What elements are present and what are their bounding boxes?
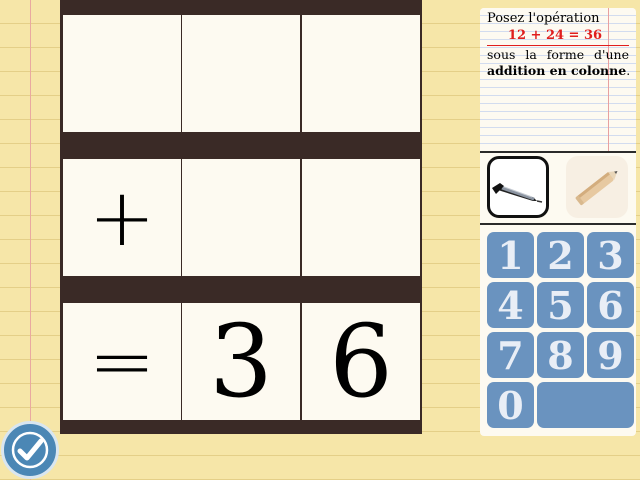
key-9[interactable]: 9 [587,332,634,378]
cell-r2-c2[interactable] [182,159,300,276]
operation-text: 12 + 24 = 36 [507,28,603,43]
instruction-card: Posez l'opération 12 + 24 = 36 sous la f… [480,8,636,152]
instruction-bold-text: addition en colonne [487,63,627,78]
instruction-period: . [626,63,631,78]
key-2[interactable]: 2 [537,232,584,278]
side-panel: Posez l'opération 12 + 24 = 36 sous la f… [480,8,636,436]
instruction-line-4: addition en colonne. [487,63,630,78]
separator-bottom [480,223,636,225]
pen-tool-button[interactable] [487,156,549,218]
plus-sign-cell: + [63,159,181,276]
key-5[interactable]: 5 [537,282,584,328]
key-6[interactable]: 6 [587,282,634,328]
operation-underline [487,45,629,46]
cell-r1-c2[interactable] [182,15,300,132]
column-addition-board: + = 3 6 [60,0,422,434]
checkmark-icon [11,431,49,469]
validate-button[interactable] [1,421,59,479]
key-7[interactable]: 7 [487,332,534,378]
pencil-icon [575,170,618,206]
notebook-margin-line [30,0,31,480]
instruction-line-1: Posez l'opération [487,11,600,26]
key-0[interactable]: 0 [487,382,534,428]
cell-r1-c3[interactable] [302,15,420,132]
equals-sign-cell: = [63,303,181,420]
key-1[interactable]: 1 [487,232,534,278]
result-tens-cell[interactable]: 3 [182,303,300,420]
blank-key[interactable] [537,382,634,428]
instruction-line-3: sous la forme d'une [487,47,629,62]
pen-icon [492,183,543,203]
key-4[interactable]: 4 [487,282,534,328]
cell-r2-c3[interactable] [302,159,420,276]
key-3[interactable]: 3 [587,232,634,278]
pencil-tool-button[interactable] [566,156,628,218]
result-units-cell[interactable]: 6 [302,303,420,420]
key-8[interactable]: 8 [537,332,584,378]
separator-top [480,151,636,153]
cell-r1-c1[interactable] [63,15,181,132]
